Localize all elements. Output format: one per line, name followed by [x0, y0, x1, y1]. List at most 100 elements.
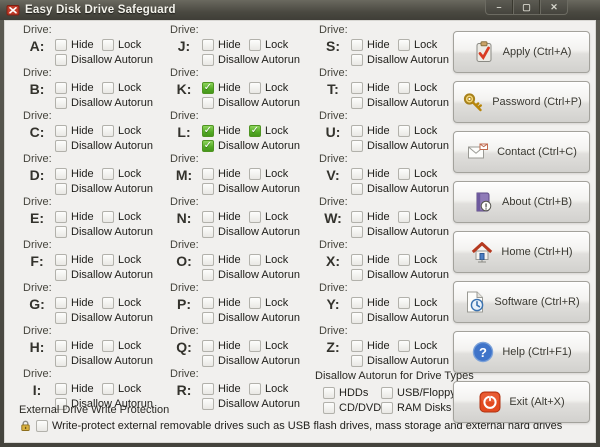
hide-checkbox[interactable]: ✓ Hide: [351, 297, 398, 309]
home-button[interactable]: Home (Ctrl+H): [453, 231, 590, 273]
disallow-autorun-label: Disallow Autorun: [367, 269, 449, 281]
lock-checkbox[interactable]: ✓ Lock: [249, 39, 288, 51]
lock-checkbox[interactable]: ✓ Lock: [249, 254, 288, 266]
disallow-autorun-checkbox[interactable]: ✓ Disallow Autorun: [202, 312, 300, 324]
hide-checkbox[interactable]: ✓ Hide: [55, 254, 102, 266]
drive-letter: S:: [315, 37, 351, 67]
lock-checkbox[interactable]: ✓ Lock: [249, 168, 288, 180]
hide-checkbox[interactable]: ✓ Hide: [55, 39, 102, 51]
disallow-autorun-checkbox[interactable]: ✓ Disallow Autorun: [351, 140, 449, 152]
lock-checkbox[interactable]: ✓ Lock: [398, 211, 437, 223]
disallow-autorun-checkbox[interactable]: ✓ Disallow Autorun: [351, 183, 449, 195]
lock-checkbox[interactable]: ✓ Lock: [249, 297, 288, 309]
hide-checkbox[interactable]: ✓ Hide: [55, 383, 102, 395]
hide-checkbox[interactable]: ✓ Hide: [55, 211, 102, 223]
disallow-autorun-checkbox[interactable]: ✓ Disallow Autorun: [351, 54, 449, 66]
hide-checkbox[interactable]: ✓ Hide: [351, 340, 398, 352]
lock-checkbox[interactable]: ✓ Lock: [102, 254, 141, 266]
disallow-autorun-checkbox[interactable]: ✓ Disallow Autorun: [55, 312, 153, 324]
disallow-autorun-checkbox[interactable]: ✓ Disallow Autorun: [351, 312, 449, 324]
lock-checkbox[interactable]: ✓ Lock: [398, 82, 437, 94]
lock-checkbox[interactable]: ✓ Lock: [398, 125, 437, 137]
lock-checkbox[interactable]: ✓ Lock: [398, 297, 437, 309]
envelope-button[interactable]: Contact (Ctrl+C): [453, 131, 590, 173]
hide-checkbox[interactable]: ✓ Hide: [351, 125, 398, 137]
hide-checkbox[interactable]: ✓ Hide: [202, 383, 249, 395]
lock-checkbox[interactable]: ✓ Lock: [102, 168, 141, 180]
drive-type-checkbox[interactable]: ✓USB/Floppy: [381, 387, 456, 399]
key-button[interactable]: Password (Ctrl+P): [453, 81, 590, 123]
disallow-autorun-checkbox[interactable]: ✓ Disallow Autorun: [202, 183, 300, 195]
disallow-autorun-label: Disallow Autorun: [218, 54, 300, 66]
hide-checkbox[interactable]: ✓ Hide: [55, 297, 102, 309]
hide-checkbox[interactable]: ✓ Hide: [202, 39, 249, 51]
hide-checkbox[interactable]: ✓ Hide: [202, 125, 249, 137]
disallow-autorun-checkbox[interactable]: ✓ Disallow Autorun: [351, 97, 449, 109]
hide-checkbox[interactable]: ✓ Hide: [202, 340, 249, 352]
disallow-autorun-checkbox[interactable]: ✓ Disallow Autorun: [202, 54, 300, 66]
lock-checkbox[interactable]: ✓ Lock: [249, 340, 288, 352]
disallow-autorun-checkbox[interactable]: ✓ Disallow Autorun: [55, 97, 153, 109]
hide-checkbox[interactable]: ✓ Hide: [202, 297, 249, 309]
disallow-autorun-checkbox[interactable]: ✓ Disallow Autorun: [351, 226, 449, 238]
software-update-button[interactable]: Software (Ctrl+R): [453, 281, 590, 323]
hide-checkbox[interactable]: ✓ Hide: [202, 82, 249, 94]
hide-checkbox[interactable]: ✓ Hide: [351, 211, 398, 223]
lock-checkbox[interactable]: ✓ Lock: [102, 340, 141, 352]
lock-label: Lock: [265, 254, 288, 266]
lock-checkbox[interactable]: ✓ Lock: [102, 211, 141, 223]
disallow-autorun-checkbox[interactable]: ✓ Disallow Autorun: [351, 269, 449, 281]
lock-checkbox[interactable]: ✓ Lock: [102, 39, 141, 51]
lock-checkbox[interactable]: ✓ Lock: [102, 383, 141, 395]
hide-checkbox[interactable]: ✓ Hide: [351, 168, 398, 180]
disallow-autorun-checkbox[interactable]: ✓ Disallow Autorun: [351, 355, 449, 367]
disallow-autorun-checkbox[interactable]: ✓ Disallow Autorun: [202, 97, 300, 109]
hide-checkbox[interactable]: ✓ Hide: [55, 168, 102, 180]
lock-checkbox[interactable]: ✓ Lock: [102, 297, 141, 309]
disallow-autorun-checkbox[interactable]: ✓ Disallow Autorun: [202, 140, 300, 152]
lock-checkbox[interactable]: ✓ Lock: [398, 168, 437, 180]
disallow-autorun-checkbox[interactable]: ✓ Disallow Autorun: [55, 54, 153, 66]
disallow-autorun-checkbox[interactable]: ✓ Disallow Autorun: [202, 355, 300, 367]
hide-label: Hide: [218, 211, 241, 223]
lock-checkbox[interactable]: ✓ Lock: [249, 383, 288, 395]
lock-checkbox[interactable]: ✓ Lock: [249, 82, 288, 94]
help-button[interactable]: ? Help (Ctrl+F1): [453, 331, 590, 373]
disallow-autorun-checkbox[interactable]: ✓ Disallow Autorun: [202, 226, 300, 238]
lock-checkbox[interactable]: ✓ Lock: [102, 82, 141, 94]
book-info-button[interactable]: ! About (Ctrl+B): [453, 181, 590, 223]
clipboard-check-button[interactable]: Apply (Ctrl+A): [453, 31, 590, 73]
disallow-autorun-checkbox[interactable]: ✓ Disallow Autorun: [55, 140, 153, 152]
disallow-autorun-checkbox[interactable]: ✓ Disallow Autorun: [55, 355, 153, 367]
drive-type-checkbox[interactable]: ✓HDDs: [323, 387, 381, 399]
lock-checkbox[interactable]: ✓ Lock: [249, 211, 288, 223]
lock-checkbox[interactable]: ✓ Lock: [249, 125, 288, 137]
hide-checkbox[interactable]: ✓ Hide: [351, 39, 398, 51]
hide-checkbox[interactable]: ✓ Hide: [55, 125, 102, 137]
disallow-autorun-checkbox[interactable]: ✓ Disallow Autorun: [55, 183, 153, 195]
hide-checkbox[interactable]: ✓ Hide: [351, 254, 398, 266]
hide-checkbox[interactable]: ✓ Hide: [202, 211, 249, 223]
close-button[interactable]: ✕: [540, 0, 567, 14]
lock-checkbox[interactable]: ✓ Lock: [102, 125, 141, 137]
lock-checkbox[interactable]: ✓ Lock: [398, 39, 437, 51]
drive-caption: Drive:: [166, 239, 312, 252]
titlebar[interactable]: Easy Disk Drive Safeguard –▢✕: [0, 0, 600, 20]
lock-label: Lock: [265, 340, 288, 352]
lock-label: Lock: [265, 297, 288, 309]
checkbox-box: ✓: [102, 168, 114, 180]
lock-checkbox[interactable]: ✓ Lock: [398, 340, 437, 352]
hide-checkbox[interactable]: ✓ Hide: [351, 82, 398, 94]
hide-checkbox[interactable]: ✓ Hide: [55, 82, 102, 94]
hide-checkbox[interactable]: ✓ Hide: [202, 168, 249, 180]
hide-checkbox[interactable]: ✓ Hide: [55, 340, 102, 352]
maximize-button[interactable]: ▢: [513, 0, 540, 14]
disallow-autorun-checkbox[interactable]: ✓ Disallow Autorun: [55, 269, 153, 281]
hide-checkbox[interactable]: ✓ Hide: [202, 254, 249, 266]
disallow-autorun-checkbox[interactable]: ✓ Disallow Autorun: [202, 269, 300, 281]
power-button[interactable]: Exit (Alt+X): [453, 381, 590, 423]
lock-checkbox[interactable]: ✓ Lock: [398, 254, 437, 266]
minimize-button[interactable]: –: [486, 0, 513, 14]
disallow-autorun-checkbox[interactable]: ✓ Disallow Autorun: [55, 226, 153, 238]
lock-label: Lock: [118, 125, 141, 137]
